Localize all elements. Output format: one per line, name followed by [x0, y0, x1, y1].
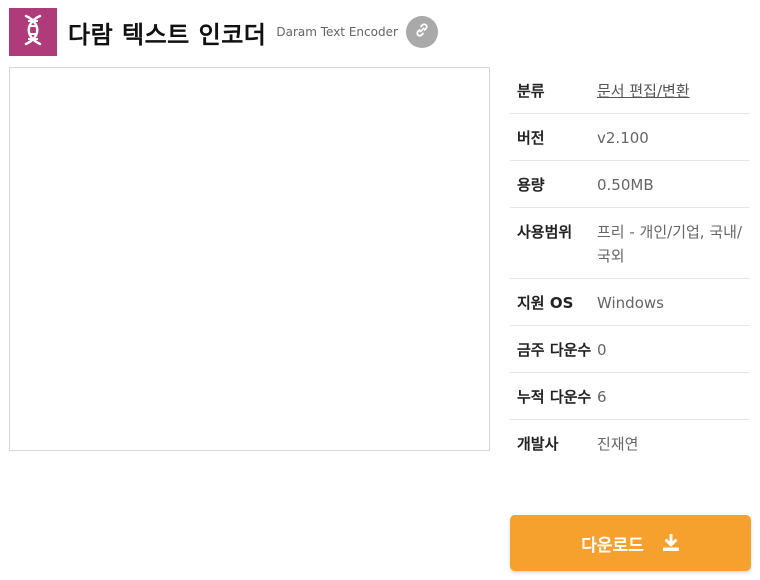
info-row-version: 버전 v2.100 — [510, 114, 750, 161]
info-label: 지원 OS — [517, 294, 574, 312]
info-row-weekly-downloads: 금주 다운수 0 — [510, 326, 750, 373]
info-row-os: 지원 OS Windows — [510, 279, 750, 326]
app-logo — [9, 8, 57, 56]
download-button[interactable]: 다운로드 — [510, 515, 751, 571]
info-value: 0.50MB — [597, 176, 654, 194]
info-row-size: 용량 0.50MB — [510, 161, 750, 208]
download-label: 다운로드 — [581, 535, 644, 556]
info-label: 개발사 — [517, 435, 559, 453]
category-link[interactable]: 문서 편집/변환 — [597, 79, 750, 103]
info-label: 누적 다운수 — [517, 388, 592, 406]
info-value: v2.100 — [597, 129, 649, 147]
app-title: 다람 텍스트 인코더 — [68, 20, 267, 49]
info-label: 버전 — [517, 129, 545, 147]
info-value: 프리 - 개인/기업, 국내/국외 — [597, 223, 742, 265]
info-table: 분류 문서 편집/변환 버전 v2.100 용량 0.50MB 사용범위 프리 … — [510, 67, 750, 466]
header: 다람 텍스트 인코더 Daram Text Encoder — [9, 8, 438, 56]
info-row-total-downloads: 누적 다운수 6 — [510, 373, 750, 420]
download-icon — [662, 534, 680, 552]
info-value: Windows — [597, 294, 664, 312]
info-value: 진재연 — [597, 435, 639, 453]
info-row-developer: 개발사 진재연 — [510, 420, 750, 466]
info-value: 6 — [597, 388, 607, 406]
info-row-license: 사용범위 프리 - 개인/기업, 국내/국외 — [510, 208, 750, 279]
app-subtitle: Daram Text Encoder — [276, 25, 398, 39]
info-label: 분류 — [517, 82, 545, 100]
dna-icon — [17, 13, 49, 51]
screenshot-preview — [9, 67, 490, 451]
info-label: 금주 다운수 — [517, 341, 592, 359]
link-icon — [414, 22, 430, 42]
info-value: 0 — [597, 341, 607, 359]
info-label: 용량 — [517, 176, 545, 194]
info-label: 사용범위 — [517, 223, 573, 241]
info-row-category: 분류 문서 편집/변환 — [510, 67, 750, 114]
copy-link-button[interactable] — [405, 16, 438, 48]
